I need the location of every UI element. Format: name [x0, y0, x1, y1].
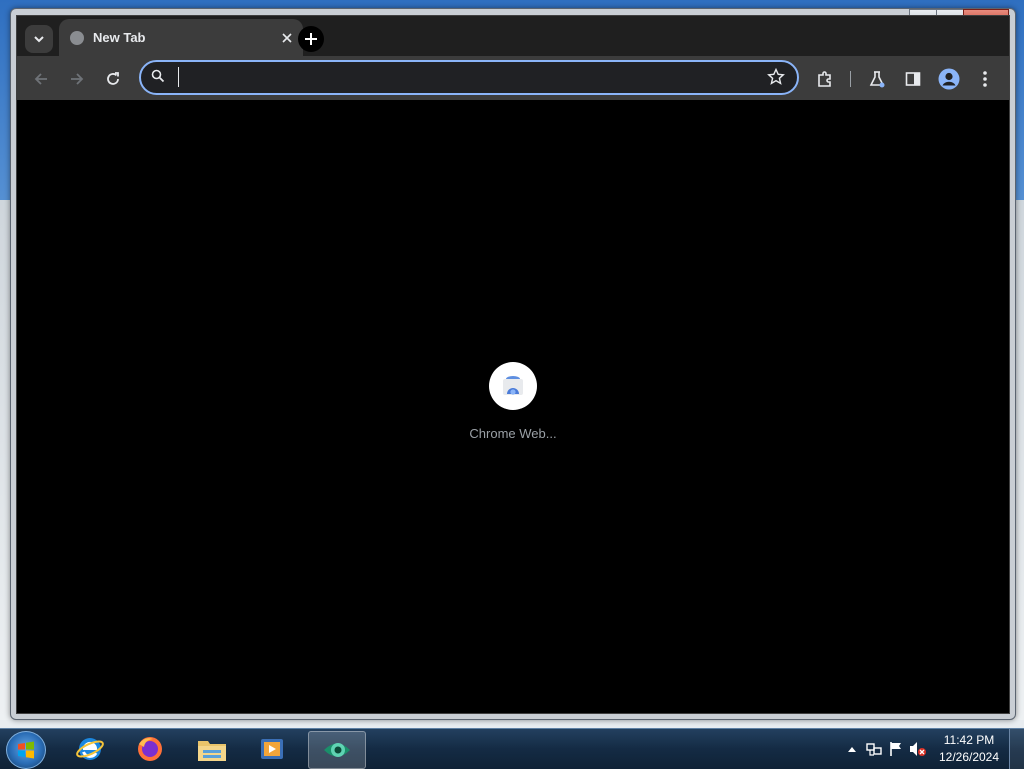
- back-button[interactable]: [29, 67, 53, 91]
- windows-logo-icon: [18, 741, 34, 759]
- tab-new-tab[interactable]: New Tab: [59, 19, 303, 56]
- show-desktop-button[interactable]: [1009, 729, 1024, 769]
- text-caret: [178, 67, 179, 87]
- taskbar-internet-explorer[interactable]: [64, 731, 116, 767]
- menu-button[interactable]: [973, 67, 997, 91]
- volume-tray-button[interactable]: [907, 738, 929, 760]
- shortcut-tile[interactable]: Chrome Web...: [465, 362, 561, 441]
- network-tray-button[interactable]: [863, 738, 885, 760]
- search-icon: [151, 69, 165, 83]
- folder-icon: [198, 741, 226, 761]
- bookmark-star-icon[interactable]: [767, 68, 785, 86]
- new-tab-button[interactable]: [298, 26, 324, 52]
- tab-strip: New Tab: [17, 16, 1009, 56]
- globe-icon: [70, 31, 84, 45]
- clock-time: 11:42 PM: [943, 733, 995, 747]
- profile-button[interactable]: [937, 67, 961, 91]
- start-button[interactable]: [6, 731, 46, 769]
- shortcut-icon-circle: [489, 362, 537, 410]
- close-icon: [282, 33, 292, 43]
- reload-icon: [107, 72, 119, 85]
- browser-toolbar: [17, 56, 1009, 100]
- reload-button[interactable]: [101, 67, 125, 91]
- arrow-right-icon: [71, 73, 84, 85]
- avatar-icon: [938, 68, 960, 90]
- extensions-button[interactable]: [813, 67, 837, 91]
- taskbar-media-player[interactable]: [246, 731, 298, 767]
- tab-search-button[interactable]: [25, 25, 53, 53]
- taskbar-file-explorer[interactable]: [186, 731, 238, 767]
- flag-icon: [890, 742, 901, 756]
- network-icon: [866, 743, 882, 756]
- chevron-down-icon: [34, 36, 44, 43]
- side-panel-button[interactable]: [901, 67, 925, 91]
- taskbar-remote-desktop[interactable]: [308, 731, 366, 769]
- side-panel-icon: [905, 72, 921, 86]
- chrome-remote-desktop-icon: [324, 743, 350, 757]
- tab-title: New Tab: [93, 30, 146, 45]
- show-hidden-icons-button[interactable]: [841, 738, 863, 760]
- system-tray: 11:42 PM 12/26/2024: [841, 729, 1024, 769]
- tab-close-button[interactable]: [277, 28, 297, 48]
- internet-explorer-icon: [76, 738, 104, 760]
- shortcut-label: Chrome Web...: [469, 426, 557, 441]
- taskbar-firefox[interactable]: [124, 731, 176, 767]
- toolbar-separator: [850, 71, 851, 87]
- new-tab-page: Chrome Web...: [17, 100, 1009, 713]
- browser-frame: New Tab Chrome Web...: [16, 15, 1010, 714]
- chevron-up-icon: [848, 747, 856, 752]
- taskbar-clock[interactable]: 11:42 PM 12/26/2024: [929, 732, 1009, 766]
- forward-button[interactable]: [65, 67, 89, 91]
- media-player-icon: [261, 739, 283, 759]
- chrome-web-store-icon: [503, 376, 523, 395]
- plus-icon: [305, 33, 317, 45]
- taskbar: 11:42 PM 12/26/2024: [0, 728, 1024, 769]
- puzzle-icon: [818, 71, 831, 87]
- clock-date: 12/26/2024: [938, 750, 1000, 764]
- arrow-left-icon: [34, 73, 47, 85]
- labs-button[interactable]: [865, 67, 889, 91]
- action-center-tray-button[interactable]: [885, 738, 907, 760]
- browser-window: New Tab Chrome Web...: [10, 8, 1016, 720]
- speaker-muted-icon: [910, 742, 926, 756]
- more-vertical-icon: [983, 71, 987, 87]
- firefox-icon: [138, 737, 162, 761]
- flask-icon: [869, 71, 885, 88]
- address-input[interactable]: [175, 64, 759, 92]
- address-bar[interactable]: [139, 60, 799, 95]
